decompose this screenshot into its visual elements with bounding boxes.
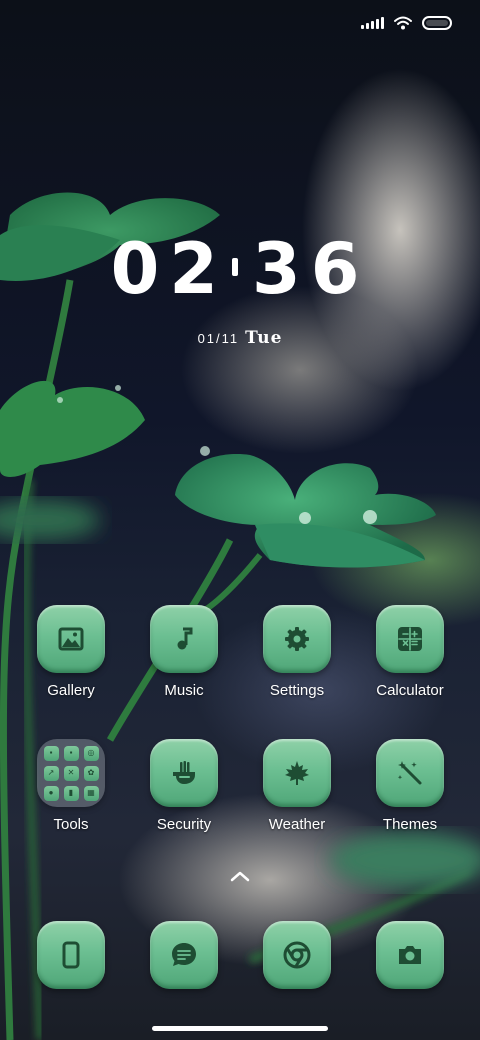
themes-app-icon[interactable] [376, 739, 444, 807]
dock-messages[interactable] [129, 921, 239, 989]
weather-app-icon[interactable] [263, 739, 331, 807]
date-text: 01/11 [197, 331, 240, 346]
image-icon [58, 627, 84, 651]
app-music[interactable]: Music [129, 605, 239, 699]
app-gallery[interactable]: Gallery [16, 605, 126, 699]
phone-icon [62, 941, 80, 969]
clock-date: 01/11 Tue [0, 328, 480, 348]
clock-widget[interactable]: 02 36 01/11 Tue [0, 228, 480, 348]
security-app-icon[interactable] [150, 739, 218, 807]
calculator-app-icon[interactable] [376, 605, 444, 673]
shield-hand-icon [173, 761, 195, 784]
gear-icon [285, 627, 309, 651]
mini-app-icon: ◎ [83, 745, 99, 761]
folder-icon[interactable]: ▪ ▪ ◎ ↗ ✕ ✿ ● ▮ ▦ [37, 739, 105, 807]
camera-app-icon[interactable] [376, 921, 444, 989]
mini-app-icon: ▪ [43, 745, 59, 761]
clover-wallpaper-art [0, 192, 480, 1040]
settings-app-icon[interactable] [263, 605, 331, 673]
message-icon [172, 943, 196, 966]
maple-leaf-icon [285, 761, 309, 785]
app-label: Settings [269, 682, 325, 699]
clock-hours: 02 [110, 228, 228, 310]
weekday-text: Tue [245, 328, 283, 348]
app-label: Gallery [47, 682, 95, 699]
clock-separator [232, 258, 238, 276]
app-label: Calculator [376, 682, 444, 699]
app-label: Tools [53, 816, 89, 833]
signal-icon [361, 17, 384, 29]
mini-app-icon: ▦ [83, 785, 99, 801]
camera-icon [399, 946, 421, 964]
clock-time: 02 36 [0, 228, 480, 310]
app-themes[interactable]: Themes [355, 739, 465, 833]
browser-app-icon[interactable] [263, 921, 331, 989]
battery-icon [422, 16, 452, 30]
phone-app-icon[interactable] [37, 921, 105, 989]
mini-app-icon: ↗ [43, 765, 59, 781]
dock-phone[interactable] [16, 921, 126, 989]
app-label: Security [156, 816, 212, 833]
dock-camera[interactable] [355, 921, 465, 989]
music-app-icon[interactable] [150, 605, 218, 673]
home-indicator-bar[interactable] [152, 1026, 328, 1031]
chrome-icon [283, 941, 311, 969]
wifi-icon [394, 16, 412, 30]
app-weather[interactable]: Weather [242, 739, 352, 833]
mini-app-icon: ✿ [83, 765, 99, 781]
status-bar [361, 16, 452, 30]
app-label: Weather [268, 816, 326, 833]
dock-browser[interactable] [242, 921, 352, 989]
mini-app-icon: ▪ [63, 745, 79, 761]
chevron-up-icon[interactable] [228, 868, 252, 884]
magic-wand-icon [397, 761, 422, 785]
app-settings[interactable]: Settings [242, 605, 352, 699]
mini-app-icon: ● [43, 785, 59, 801]
app-calculator[interactable]: Calculator [355, 605, 465, 699]
mini-app-icon: ▮ [63, 785, 79, 801]
mini-app-icon: ✕ [63, 765, 79, 781]
app-tools-folder[interactable]: ▪ ▪ ◎ ↗ ✕ ✿ ● ▮ ▦ Tools [16, 739, 126, 833]
music-note-icon [177, 627, 193, 650]
app-label: Themes [382, 816, 438, 833]
calculator-icon [398, 627, 422, 651]
app-label: Music [164, 682, 204, 699]
messages-app-icon[interactable] [150, 921, 218, 989]
home-screen: 02 36 01/11 Tue Gallery Music Settings C… [0, 0, 480, 1040]
app-security[interactable]: Security [129, 739, 239, 833]
clock-minutes: 36 [252, 228, 370, 310]
gallery-app-icon[interactable] [37, 605, 105, 673]
